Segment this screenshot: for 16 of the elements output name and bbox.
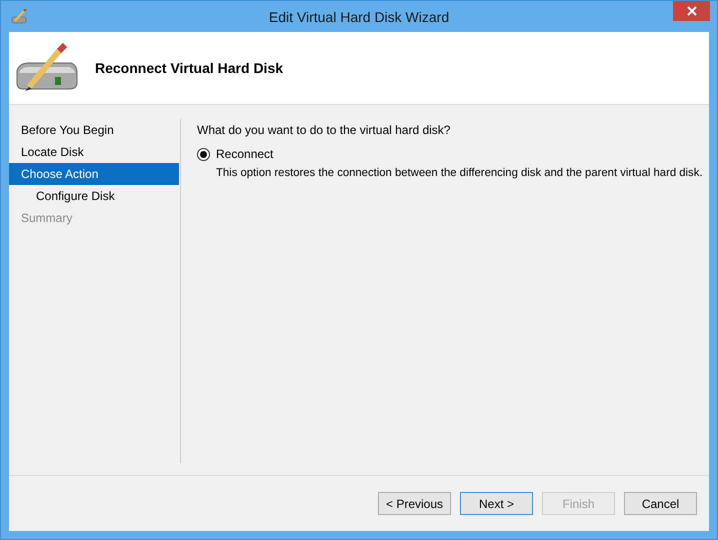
question-text: What do you want to do to the virtual hard disk? — [197, 123, 452, 137]
wizard-step[interactable]: Choose Action — [9, 163, 179, 185]
wizard-button[interactable]: Cancel — [624, 492, 697, 515]
option-description: This option restores the connection between the differencing disk and the parent virtual hard disk. — [216, 167, 704, 179]
close-button[interactable] — [673, 1, 710, 21]
wizard-button[interactable]: Next > — [460, 492, 533, 515]
window-title: Edit Virtual Hard Disk Wizard — [268, 8, 450, 24]
disk-pencil-icon — [11, 8, 29, 24]
wizard-step[interactable]: Locate Disk — [9, 141, 179, 163]
radio-button[interactable] — [197, 148, 210, 160]
wizard-step[interactable]: Configure Disk — [9, 185, 179, 207]
page-heading: Reconnect Virtual Hard Disk — [95, 60, 284, 76]
wizard-button[interactable]: < Previous — [378, 492, 451, 515]
option-label: Reconnect — [216, 147, 274, 161]
close-icon — [686, 6, 696, 16]
wizard-step[interactable]: Before You Begin — [9, 119, 179, 141]
